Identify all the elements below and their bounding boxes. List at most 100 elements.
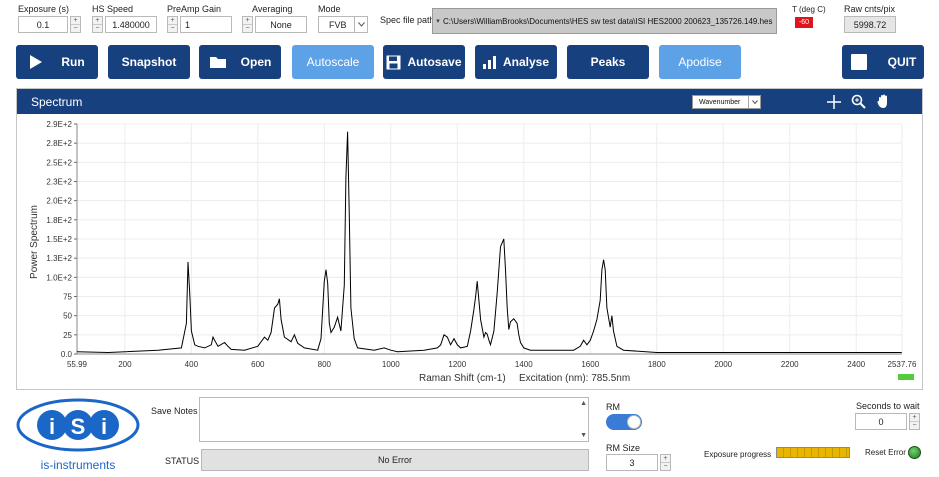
- y-tick-label: 1.0E+2: [46, 273, 72, 282]
- autosave-button[interactable]: Autosave: [383, 45, 465, 79]
- decrement-icon[interactable]: −: [93, 24, 102, 32]
- increment-icon[interactable]: +: [243, 17, 252, 24]
- raw-counts-label: Raw cnts/pix: [844, 4, 896, 14]
- run-button[interactable]: Run: [16, 45, 98, 79]
- y-tick-label: 2.3E+2: [46, 178, 72, 187]
- mode-label: Mode: [318, 4, 341, 14]
- preamp-stepper[interactable]: + −: [167, 16, 178, 33]
- y-tick-label: 50: [63, 312, 72, 321]
- y-tick-label: 1.5E+2: [46, 235, 72, 244]
- y-tick-label: 25: [63, 331, 72, 340]
- scroll-down-icon[interactable]: ▼: [580, 432, 587, 439]
- unit-select-value: Wavenumber: [699, 98, 741, 106]
- status-led-green: [898, 374, 914, 380]
- exposure-stepper[interactable]: + −: [70, 16, 81, 33]
- spectrum-title: Spectrum: [31, 95, 83, 109]
- x-axis-label: Raman Shift (cm-1): [419, 373, 506, 384]
- chevron-down-icon[interactable]: [354, 17, 367, 32]
- temp-indicator: -60: [795, 17, 813, 28]
- chevron-down-icon[interactable]: [748, 96, 760, 108]
- spectrum-chart[interactable]: 55.99 200 400 600 800 1000 1200 1400 1600 1800 200…: [17, 114, 922, 389]
- x-tick-label: 600: [251, 360, 265, 369]
- analyse-button[interactable]: Analyse: [475, 45, 557, 79]
- averaging-stepper[interactable]: + −: [242, 16, 253, 33]
- decrement-icon[interactable]: −: [71, 24, 80, 32]
- quit-label: QUIT: [887, 55, 917, 69]
- scroll-up-icon[interactable]: ▲: [580, 400, 587, 407]
- run-label: Run: [61, 55, 85, 69]
- increment-icon[interactable]: +: [910, 414, 919, 421]
- y-tick-label: 1.8E+2: [46, 216, 72, 225]
- hs-speed-stepper[interactable]: + −: [92, 16, 103, 33]
- crosshair-icon[interactable]: [827, 95, 841, 109]
- analyse-label: Analyse: [502, 55, 550, 69]
- exposure-progress-label: Exposure progress: [704, 450, 772, 459]
- snapshot-button[interactable]: Snapshot: [108, 45, 190, 79]
- open-label: Open: [240, 55, 272, 69]
- svg-text:S: S: [71, 414, 86, 439]
- excitation-annotation: Excitation (nm): 785.5nm: [519, 373, 630, 384]
- save-notes-textarea[interactable]: ▲ ▼: [199, 397, 589, 442]
- rm-size-input[interactable]: 3: [606, 454, 658, 471]
- autoscale-button[interactable]: Autoscale: [292, 45, 374, 79]
- decrement-icon[interactable]: −: [168, 24, 177, 32]
- pan-hand-icon[interactable]: [877, 94, 890, 109]
- path-browse-icon[interactable]: ▾: [433, 17, 443, 25]
- mode-select[interactable]: FVB: [318, 16, 368, 33]
- isi-logo: i S i is-instruments: [16, 397, 140, 473]
- y-tick-label: 2.9E+2: [46, 120, 72, 129]
- x-tick-label: 400: [185, 360, 199, 369]
- x-tick-label: 2537.76: [888, 360, 917, 369]
- x-tick-label: 1600: [581, 360, 599, 369]
- increment-icon[interactable]: +: [168, 17, 177, 24]
- x-tick-label: 1800: [648, 360, 666, 369]
- hs-speed-input[interactable]: 1.480000: [105, 16, 157, 33]
- zoom-icon[interactable]: [851, 94, 866, 109]
- open-button[interactable]: Open: [199, 45, 281, 79]
- save-notes-label: Save Notes: [151, 406, 198, 416]
- play-icon: [30, 55, 43, 69]
- peaks-button[interactable]: Peaks: [567, 45, 649, 79]
- seconds-label: Seconds to wait: [856, 401, 920, 411]
- quit-button[interactable]: QUIT: [842, 45, 924, 79]
- preamp-label: PreAmp Gain: [167, 4, 222, 14]
- raw-counts-value: 5998.72: [844, 16, 896, 33]
- unit-select[interactable]: Wavenumber: [692, 95, 761, 109]
- x-tick-label: 1200: [448, 360, 466, 369]
- x-tick-label: 2400: [847, 360, 865, 369]
- y-tick-label: 1.3E+2: [46, 254, 72, 263]
- rm-toggle-knob: [627, 415, 641, 429]
- increment-icon[interactable]: +: [71, 17, 80, 24]
- decrement-icon[interactable]: −: [661, 462, 670, 470]
- apodise-button[interactable]: Apodise: [659, 45, 741, 79]
- preamp-input[interactable]: 1: [180, 16, 232, 33]
- exposure-input[interactable]: 0.1: [18, 16, 68, 33]
- isi-logo-mark: i S i: [16, 398, 140, 452]
- increment-icon[interactable]: +: [93, 17, 102, 24]
- decrement-icon[interactable]: −: [910, 421, 919, 429]
- y-tick-label: 2.0E+2: [46, 197, 72, 206]
- averaging-label: Averaging: [252, 4, 293, 14]
- floppy-disk-icon: [386, 55, 401, 69]
- increment-icon[interactable]: +: [661, 455, 670, 462]
- spec-file-label: Spec file path: [380, 15, 435, 25]
- x-tick-label: 2000: [714, 360, 732, 369]
- seconds-input[interactable]: 0: [855, 413, 907, 430]
- reset-error-label: Reset Error: [865, 448, 906, 457]
- autoscale-label: Autoscale: [306, 55, 360, 69]
- seconds-stepper[interactable]: + −: [909, 413, 920, 430]
- status-label: STATUS: [165, 456, 200, 466]
- exposure-progress-bar: [776, 447, 850, 458]
- apodise-label: Apodise: [678, 55, 722, 69]
- reset-error-led-button[interactable]: [908, 446, 921, 459]
- averaging-value[interactable]: None: [255, 16, 307, 33]
- bar-chart-icon: [482, 56, 496, 69]
- rm-size-stepper[interactable]: + −: [660, 454, 671, 471]
- rm-label: RM: [606, 402, 620, 412]
- y-tick-label: 75: [63, 293, 72, 302]
- spec-file-path[interactable]: ▾ C:\Users\WilliamBrooks\Documents\HES s…: [432, 8, 777, 34]
- autosave-label: Autosave: [407, 55, 462, 69]
- rm-toggle[interactable]: [606, 414, 642, 430]
- snapshot-label: Snapshot: [121, 55, 177, 69]
- decrement-icon[interactable]: −: [243, 24, 252, 32]
